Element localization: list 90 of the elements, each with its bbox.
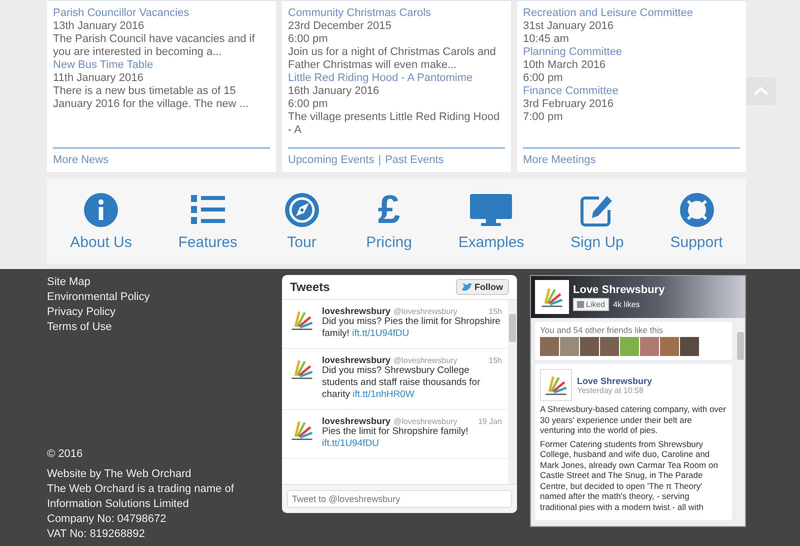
post-author-link[interactable]: Love Shrewsbury bbox=[577, 376, 652, 386]
footer-link[interactable]: Privacy Policy bbox=[47, 305, 116, 320]
post-text: A Shrewsbury-based catering company, with over 30 years' experience under their belt are venturing into the world of pies. bbox=[540, 404, 727, 436]
time-text: 6:00 pm bbox=[288, 98, 328, 111]
tweet-input-field[interactable]: Tweet to @loveshrewsbury bbox=[287, 490, 512, 508]
scrollbar[interactable] bbox=[508, 300, 517, 484]
photo-placeholder[interactable] bbox=[600, 337, 619, 356]
liked-button[interactable]: Liked bbox=[573, 298, 610, 310]
chevron-up-icon bbox=[753, 86, 769, 96]
date-text: 10th March 2016 bbox=[523, 59, 606, 72]
item-title-link[interactable]: Community Christmas Carols bbox=[288, 7, 432, 20]
user-name[interactable]: loveshrewsbury bbox=[322, 416, 391, 426]
tweet-link[interactable]: ift.tt/1U94fDU bbox=[352, 328, 410, 339]
item-title-link[interactable]: Planning Committee bbox=[523, 46, 622, 59]
date-text: 31st January 2016 bbox=[523, 20, 614, 33]
company-info-text: VAT No: 819268892 bbox=[47, 527, 146, 542]
like-count: 4k likes bbox=[613, 300, 640, 308]
pound-sign-icon: £ bbox=[378, 192, 400, 228]
page-name-link[interactable]: Love Shrewsbury bbox=[573, 284, 665, 296]
tweet-time: 19 Jan bbox=[478, 417, 502, 426]
tweet-link[interactable]: ift.tt/1nhHR0W bbox=[352, 389, 414, 400]
item-title-link[interactable]: Finance Committee bbox=[523, 85, 618, 98]
date-text: 13th January 2016 bbox=[53, 20, 144, 33]
footer-link[interactable]: Terms of Use bbox=[47, 320, 112, 335]
company-info-text: The Web Orchard is a trading name of bbox=[47, 482, 235, 497]
photo-placeholder[interactable] bbox=[580, 337, 599, 356]
tweet-text: Did you miss? Shrewsbury College students and staff raise thousands for charity ift.tt/1nhHR0W bbox=[322, 365, 482, 401]
friends-text: You and 54 other friends like this bbox=[540, 325, 664, 335]
footer-link[interactable]: More News bbox=[53, 154, 109, 167]
item-title-link[interactable]: Parish Councillor Vacancies bbox=[53, 7, 190, 20]
company-info-text: Company No: 04798672 bbox=[47, 512, 168, 527]
excerpt-text: The village presents Little Red Riding Hood - A bbox=[288, 111, 501, 137]
user-name[interactable]: loveshrewsbury bbox=[322, 355, 391, 365]
footer-link[interactable]: More Meetings bbox=[523, 154, 596, 167]
follow-button[interactable]: Follow bbox=[456, 279, 509, 295]
time-text: 6:00 pm bbox=[523, 72, 563, 85]
nav-tile[interactable]: Sign Up bbox=[570, 192, 624, 252]
info-icon bbox=[83, 192, 120, 228]
date-text: 11th January 2016 bbox=[53, 72, 144, 85]
excerpt-text: Join us for a night of Christmas Carols and Father Christmas will even make... bbox=[288, 46, 497, 72]
tweet-text: Did you miss? Pies the limit for Shropshire family! ift.tt/1U94fDU bbox=[322, 316, 502, 340]
post-time: Yesterday at 10:58 bbox=[577, 386, 644, 394]
excerpt-text: There is a new bus timetable as of 15 January 2016 for the village. The new ... bbox=[53, 85, 250, 111]
time-text: 6:00 pm bbox=[288, 33, 328, 46]
item-title-link[interactable]: Little Red Riding Hood - A Pantomime bbox=[288, 72, 473, 85]
separator-text: | bbox=[378, 154, 382, 167]
facebook-icon bbox=[577, 300, 584, 308]
date-text: 3rd February 2016 bbox=[523, 98, 614, 111]
photo-placeholder[interactable] bbox=[540, 337, 559, 356]
time-text: 10:45 am bbox=[523, 33, 569, 46]
photo-placeholder[interactable] bbox=[620, 337, 639, 356]
user-name[interactable]: loveshrewsbury bbox=[322, 306, 391, 316]
photo-placeholder[interactable] bbox=[640, 337, 659, 356]
date-text: 16th January 2016 bbox=[288, 85, 380, 98]
tweet-time: 15h bbox=[488, 307, 502, 316]
item-title-link[interactable]: New Bus Time Table bbox=[53, 59, 154, 72]
nav-tile[interactable]: Features bbox=[178, 192, 238, 252]
company-info-text: Information Solutions Limited bbox=[47, 497, 190, 512]
photo-placeholder[interactable] bbox=[680, 337, 699, 356]
user-handle: @loveshrewsbury bbox=[394, 417, 458, 426]
photo-placeholder[interactable] bbox=[660, 337, 679, 356]
back-to-top-button[interactable] bbox=[746, 77, 776, 105]
nav-tile[interactable]: £ Pricing bbox=[366, 192, 412, 252]
compass-icon bbox=[284, 192, 320, 228]
credit-text: Website by The Web Orchard bbox=[47, 467, 192, 482]
footer-link[interactable]: Site Map bbox=[47, 275, 90, 290]
tweet-time: 15h bbox=[488, 356, 502, 365]
footer-link[interactable]: Past Events bbox=[385, 154, 444, 167]
user-handle: @loveshrewsbury bbox=[394, 356, 458, 365]
nav-tile[interactable]: Examples bbox=[458, 192, 524, 252]
widget-title: Tweets bbox=[290, 280, 330, 294]
date-text: 23rd December 2015 bbox=[288, 20, 392, 33]
time-text: 7:00 pm bbox=[523, 111, 563, 124]
lifebuoy-icon bbox=[678, 192, 714, 228]
nav-tile[interactable]: About Us bbox=[70, 192, 132, 252]
excerpt-text: The Parish Council have vacancies and if you are interested in becoming a... bbox=[53, 33, 256, 59]
tweet-link[interactable]: ift.tt/1U94fDU bbox=[322, 438, 380, 449]
nav-tile[interactable]: Tour bbox=[284, 192, 320, 252]
bird-icon bbox=[462, 282, 472, 292]
scrollbar[interactable] bbox=[736, 318, 745, 526]
item-title-link[interactable]: Recreation and Leisure Committee bbox=[523, 7, 693, 20]
nav-tile[interactable]: Support bbox=[670, 192, 723, 252]
monitor-icon bbox=[469, 192, 514, 228]
user-handle: @loveshrewsbury bbox=[394, 307, 458, 316]
footer-link[interactable]: Environmental Policy bbox=[47, 290, 150, 305]
post-text: Former Catering students from Shrewsbury College, husband and wife duo, Caroline and Mark Jones, already own Carmar Tea Room on Castle Street and The Snug, in The Parade Centre, but decided to open 'The π Theory' named after the math's theory, - serving traditional pies with a modern twist - all with bbox=[540, 438, 719, 512]
tweet-text: Pies the limit for Shropshire family! ift.tt/1U94fDU bbox=[322, 426, 470, 450]
footer-link[interactable]: Upcoming Events bbox=[288, 154, 374, 167]
photo-placeholder[interactable] bbox=[560, 337, 579, 356]
copyright-text: © 2016 bbox=[47, 447, 84, 462]
